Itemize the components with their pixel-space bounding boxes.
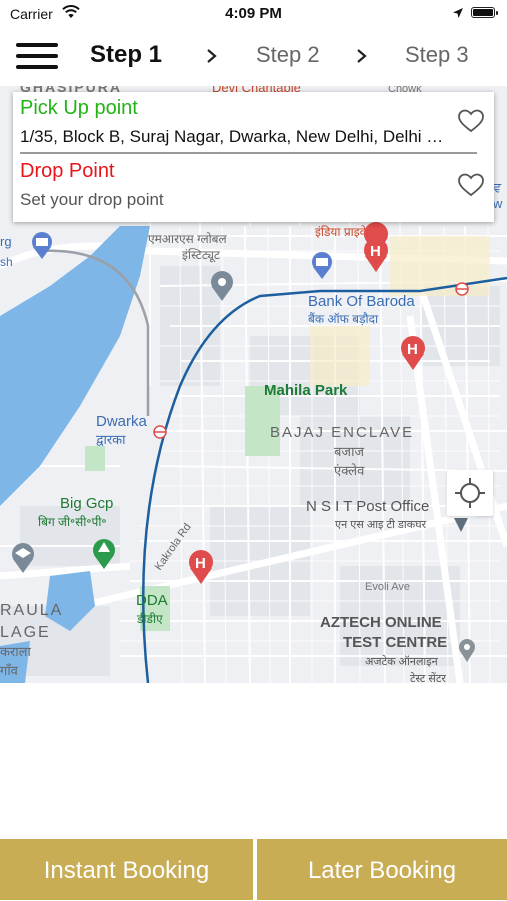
- map-label: sh: [0, 255, 13, 269]
- map-label: एमआरएस ग्लोबल: [148, 232, 228, 246]
- map-label: द्वारका: [96, 432, 126, 447]
- metro-station-icon[interactable]: [455, 282, 469, 296]
- svg-text:H: H: [195, 555, 206, 572]
- map-label: Bank Of Baroda: [308, 293, 415, 310]
- map-label: Evoli Ave: [365, 581, 410, 593]
- map-label: टेस्ट सेंटर: [410, 672, 446, 683]
- map-label: Mahila Park: [264, 382, 348, 399]
- status-bar: Carrier 4:09 PM: [0, 0, 507, 28]
- map-label: AZTECH ONLINE: [320, 614, 442, 631]
- locate-icon: [455, 478, 485, 508]
- map-label: बिग जी॰सी॰पी॰: [38, 515, 107, 529]
- heart-icon[interactable]: [457, 172, 485, 198]
- booking-actions: Instant Booking Later Booking: [0, 839, 507, 900]
- tab-step-2[interactable]: Step 2: [256, 42, 320, 68]
- map-label: डीडीए: [136, 612, 163, 626]
- map-label: कराला: [0, 644, 31, 659]
- drop-field[interactable]: Set your drop point: [20, 190, 164, 210]
- later-booking-button[interactable]: Later Booking: [257, 839, 507, 900]
- step-nav: Step 1 Step 2 Step 3: [0, 28, 507, 86]
- map-label: TEST CENTRE: [343, 634, 447, 651]
- map-label: एंक्लेव: [334, 463, 365, 478]
- tab-step-3[interactable]: Step 3: [405, 42, 469, 68]
- map-label: N S I T Post Office: [306, 498, 429, 515]
- menu-icon[interactable]: [16, 41, 60, 71]
- map-label: बैंक ऑफ बड़ौदा: [308, 312, 379, 326]
- heart-icon[interactable]: [457, 108, 485, 134]
- instant-booking-button[interactable]: Instant Booking: [0, 839, 253, 900]
- location-arrow-icon: [453, 8, 463, 18]
- clock: 4:09 PM: [225, 5, 282, 22]
- divider: [20, 152, 477, 154]
- map-label: LAGE: [0, 624, 51, 641]
- svg-text:H: H: [407, 341, 418, 358]
- location-card: Pick Up point 1/35, Block B, Suraj Nagar…: [13, 92, 494, 222]
- pickup-field[interactable]: 1/35, Block B, Suraj Nagar, Dwarka, New …: [20, 127, 445, 147]
- pickup-label: Pick Up point: [20, 97, 138, 119]
- map-label: Dwarka: [96, 413, 148, 430]
- map-label: RAULA: [0, 602, 63, 619]
- metro-station-icon[interactable]: [153, 425, 167, 439]
- drop-label: Drop Point: [20, 160, 115, 182]
- map-label: एन एस आइ टी डाकघर: [335, 518, 427, 531]
- tab-step-1[interactable]: Step 1: [90, 41, 162, 69]
- battery-icon: [471, 7, 498, 18]
- map-label: rg: [0, 234, 12, 249]
- map-label: BAJAJ ENCLAVE: [270, 424, 414, 441]
- chevron-right-icon: [357, 49, 367, 63]
- svg-text:H: H: [370, 243, 381, 260]
- locate-button[interactable]: [447, 470, 493, 516]
- map-label: गाँव: [0, 663, 19, 678]
- map-label: बजाज: [334, 444, 364, 459]
- map-label: इंस्टिट्यूट: [182, 248, 221, 263]
- map-label: अजटेक ऑनलाइन: [365, 655, 439, 668]
- map-label: DDA: [136, 592, 168, 609]
- map-label: Big Gcp: [60, 495, 113, 512]
- chevron-right-icon: [207, 49, 217, 63]
